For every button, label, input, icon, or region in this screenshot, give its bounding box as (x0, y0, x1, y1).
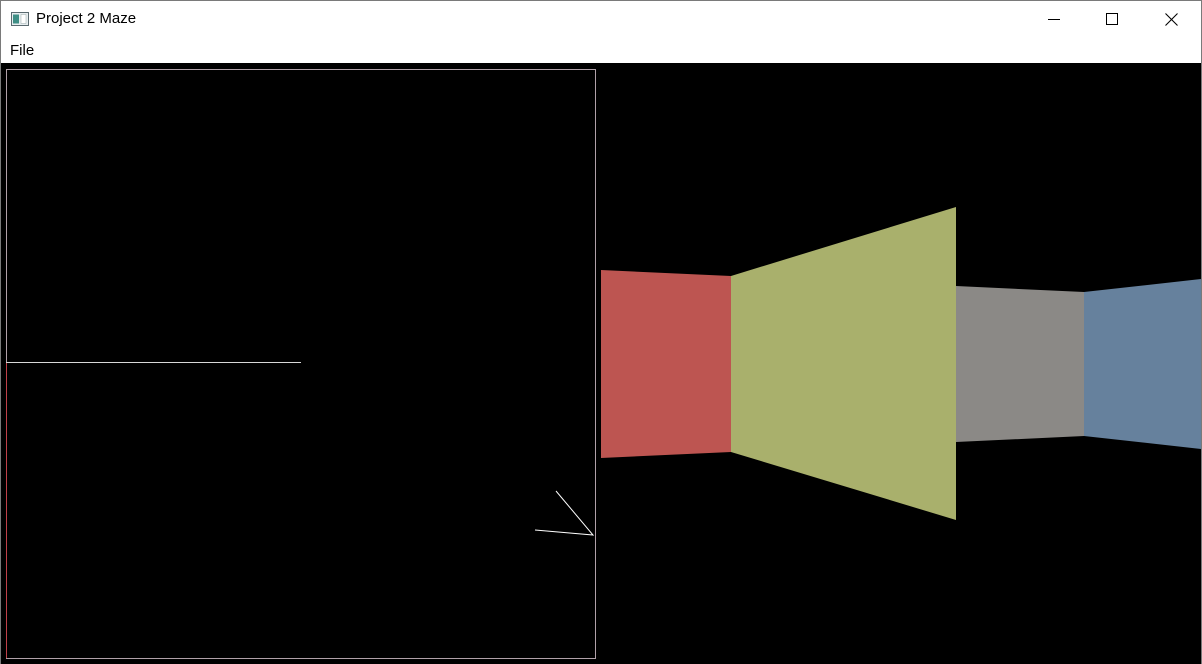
wall-olive (731, 207, 956, 520)
render-svg (6, 69, 1201, 659)
app-window: Project 2 Maze File (0, 0, 1202, 664)
title-bar[interactable]: Project 2 Maze (1, 1, 1201, 37)
viewer-frustum (534, 490, 595, 536)
render-canvas[interactable] (1, 63, 1201, 664)
map-border (6, 69, 596, 659)
maximize-button[interactable] (1083, 1, 1141, 37)
menu-item-file[interactable]: File (10, 43, 34, 59)
wall-gray (956, 286, 1084, 442)
app-icon (11, 12, 29, 26)
wall-blue (1084, 279, 1201, 449)
maximize-icon (1106, 13, 1118, 25)
close-icon (1164, 12, 1178, 26)
close-button[interactable] (1142, 1, 1200, 37)
minimize-icon (1048, 19, 1060, 20)
wall-red (601, 270, 731, 458)
minimize-button[interactable] (1025, 1, 1083, 37)
window-title: Project 2 Maze (36, 10, 137, 27)
menu-bar: File (1, 37, 1201, 63)
